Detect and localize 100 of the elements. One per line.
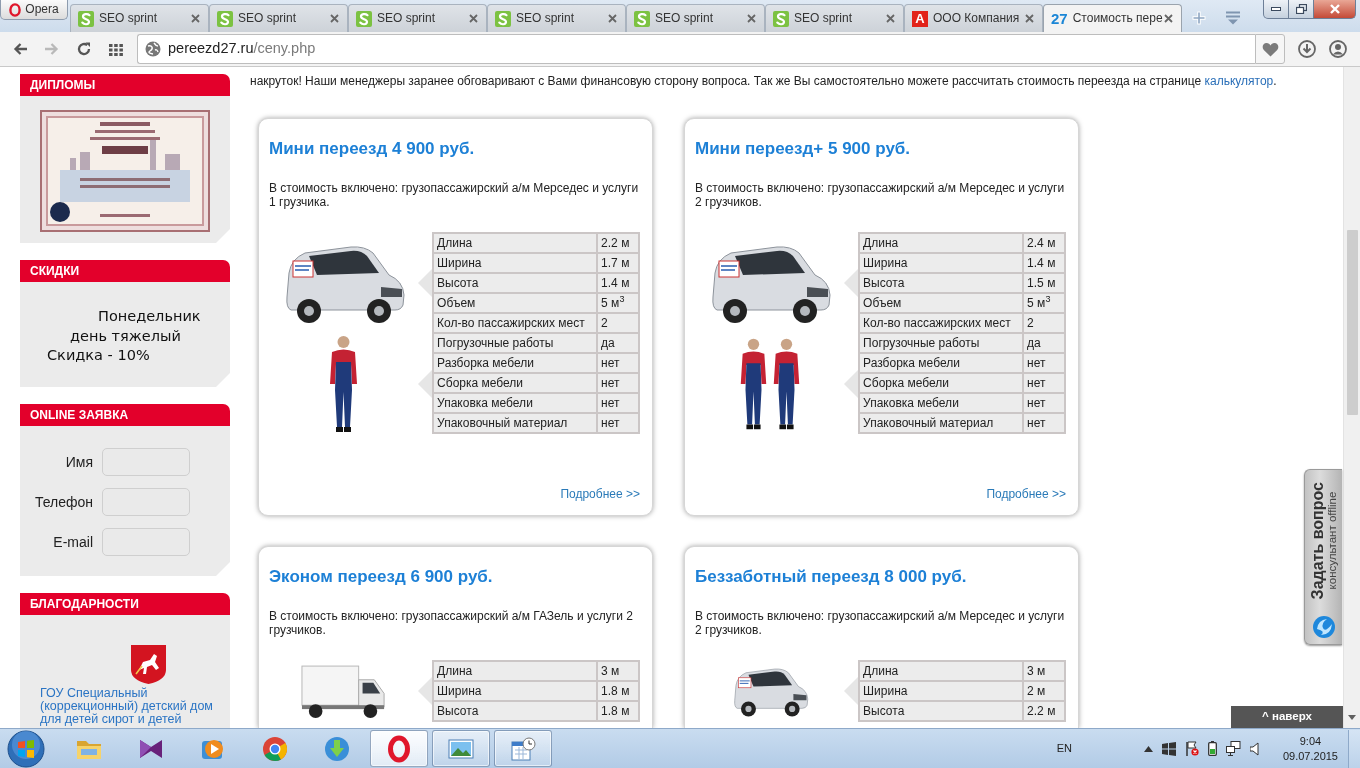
offer-description: В стоимость включено: грузопассажирский а/м Мерседес и услуги 1 грузчика. (269, 181, 640, 209)
close-icon[interactable] (330, 14, 339, 23)
restore-icon (1295, 4, 1307, 14)
close-icon[interactable] (1025, 14, 1034, 23)
spec-name-cell: Погрузочные работы (433, 333, 598, 353)
windows-logo-icon[interactable] (1161, 741, 1176, 756)
letter-favicon: A (912, 10, 928, 27)
spec-name-cell: Высота (433, 701, 598, 721)
segmented-circle-icon (261, 734, 289, 763)
spec-value-cell: 3 м (1023, 661, 1065, 681)
battery-icon[interactable] (1207, 741, 1217, 756)
flag-x-icon[interactable] (1184, 741, 1199, 756)
volume-icon[interactable] (1249, 741, 1260, 756)
spec-name-cell: Кол-во пассажирских мест (433, 313, 598, 333)
close-icon[interactable] (747, 14, 756, 23)
input-field[interactable] (102, 528, 190, 556)
details-link[interactable]: Подробнее >> (986, 486, 1066, 501)
taskbar-app-button[interactable] (370, 730, 428, 767)
intro-text: накруток! Наши менеджеры заранее обговаривают с Вами финансовую сторону вопроса. Так же Вы самостоятельно можете рассчитать стоимость переезда на странице калькулятор. (250, 74, 1277, 88)
panel-header: ДИПЛОМЫ (20, 74, 230, 96)
scroll-down-arrow-icon[interactable] (1348, 715, 1356, 720)
browser-tab[interactable]: SEO sprint (765, 4, 904, 32)
close-icon[interactable] (1164, 14, 1173, 23)
language-indicator[interactable]: EN (1056, 741, 1072, 756)
calendar-clock-icon (509, 734, 537, 763)
pointer-icon (844, 268, 859, 297)
browser-tab[interactable]: 27 Стоимость пере (1043, 4, 1182, 32)
taskbar-app-button[interactable] (494, 730, 552, 767)
browser-tab[interactable]: SEO sprint (209, 4, 348, 32)
spec-name-cell: Ширина (433, 681, 598, 701)
close-icon (1328, 4, 1341, 14)
browser-tab[interactable]: SEO sprint (626, 4, 765, 32)
back-to-top-button[interactable]: ^ наверх (1231, 706, 1343, 728)
panel-header: СКИДКИ (20, 260, 230, 282)
taskbar-app-button[interactable] (432, 730, 490, 767)
discount-text: Понедельник день тяжелый Скидка - 10% (46, 307, 201, 365)
tray-expand-icon[interactable] (1143, 745, 1153, 752)
details-link[interactable]: Подробнее >> (560, 486, 640, 501)
pointer-icon (844, 369, 859, 398)
spec-name-cell: Упаковочный материал (433, 413, 598, 433)
input-field[interactable] (102, 448, 190, 476)
spec-name-cell: Упаковка мебели (433, 393, 598, 413)
spec-name-cell: Длина (433, 661, 598, 681)
spec-name-cell: Высота (859, 273, 1024, 293)
heart-icon (1261, 41, 1279, 57)
windows-orb-icon (7, 729, 45, 768)
clock-date[interactable]: 09.07.2015 (1282, 748, 1338, 764)
ring-logo-icon (385, 734, 413, 763)
app-menu-button[interactable]: Opera (0, 0, 68, 20)
close-icon[interactable] (608, 14, 617, 23)
spec-name-cell: Ширина (859, 681, 1024, 701)
scrollbar-track[interactable] (1343, 67, 1360, 728)
offer-title: Эконом переезд 6 900 руб. (269, 567, 494, 587)
squiggle-logo-icon (773, 10, 789, 27)
input-field[interactable] (102, 488, 190, 516)
download-icon (323, 734, 351, 763)
network-icon[interactable] (1225, 741, 1241, 756)
bookmark-button[interactable] (1255, 34, 1285, 64)
tab-list-icon (1225, 11, 1241, 25)
spec-name-cell: Длина (433, 233, 598, 253)
spec-name-cell: Высота (433, 273, 598, 293)
spec-name-cell: Объем (859, 293, 1024, 313)
spec-value-cell: 2.2 м (597, 233, 639, 253)
browser-tab[interactable]: SEO sprint (487, 4, 626, 32)
spec-name-cell: Сборка мебели (859, 373, 1024, 393)
clock-time[interactable]: 9:04 (1299, 733, 1322, 749)
grid-icon (108, 41, 124, 57)
pointer-icon (844, 677, 859, 705)
download-icon (1298, 40, 1316, 58)
browser-tab[interactable]: A ООО Компания (904, 4, 1043, 32)
browser-tab[interactable]: SEO sprint (70, 4, 209, 32)
start-button[interactable] (4, 729, 48, 768)
offer-description: В стоимость включено: грузопассажирский а/м Мерседес и услуги 2 грузчиков. (695, 181, 1066, 209)
spec-name-cell: Погрузочные работы (859, 333, 1024, 353)
spec-name-cell: Длина (859, 233, 1024, 253)
offer-description: В стоимость включено: грузопассажирский а/м Мерседес и услуги 2 грузчиков. (695, 609, 1066, 637)
ask-question-button[interactable]: Задать вопрос консультант offline (1304, 469, 1342, 645)
restore-button[interactable] (1289, 0, 1314, 19)
spec-name-cell: Разборка мебели (859, 353, 1024, 373)
spec-name-cell: Упаковочный материал (859, 413, 1024, 433)
close-icon[interactable] (469, 14, 478, 23)
minimize-button[interactable] (1263, 0, 1289, 19)
scrollbar-thumb[interactable] (1347, 230, 1358, 415)
offer-description: В стоимость включено: грузопассажирский а/м ГАЗель и услуги 2 грузчиков. (269, 609, 634, 637)
field-label: Имя (64, 453, 94, 471)
offer-title: Беззаботный переезд 8 000 руб. (695, 567, 968, 587)
close-icon[interactable] (191, 14, 200, 23)
thanks-link[interactable]: ГОУ Специальный (коррекционный) детский дом для детей сирот и детей (40, 687, 216, 726)
spec-name-cell: Ширина (859, 253, 1024, 273)
close-window-button[interactable] (1314, 0, 1356, 19)
squiggle-logo-icon (495, 10, 511, 27)
squiggle-logo-icon (634, 10, 650, 27)
address-field[interactable]: pereezd27.ru/ceny.php (137, 34, 1255, 64)
close-icon[interactable] (886, 14, 895, 23)
spec-name-cell: Упаковка мебели (859, 393, 1024, 413)
browser-tab[interactable]: SEO sprint (348, 4, 487, 32)
minimize-icon (1271, 7, 1281, 11)
swirl-sphere-icon (1311, 615, 1336, 639)
number-favicon: 27 (1051, 10, 1068, 27)
spec-value-cell: 3 м (597, 661, 639, 681)
